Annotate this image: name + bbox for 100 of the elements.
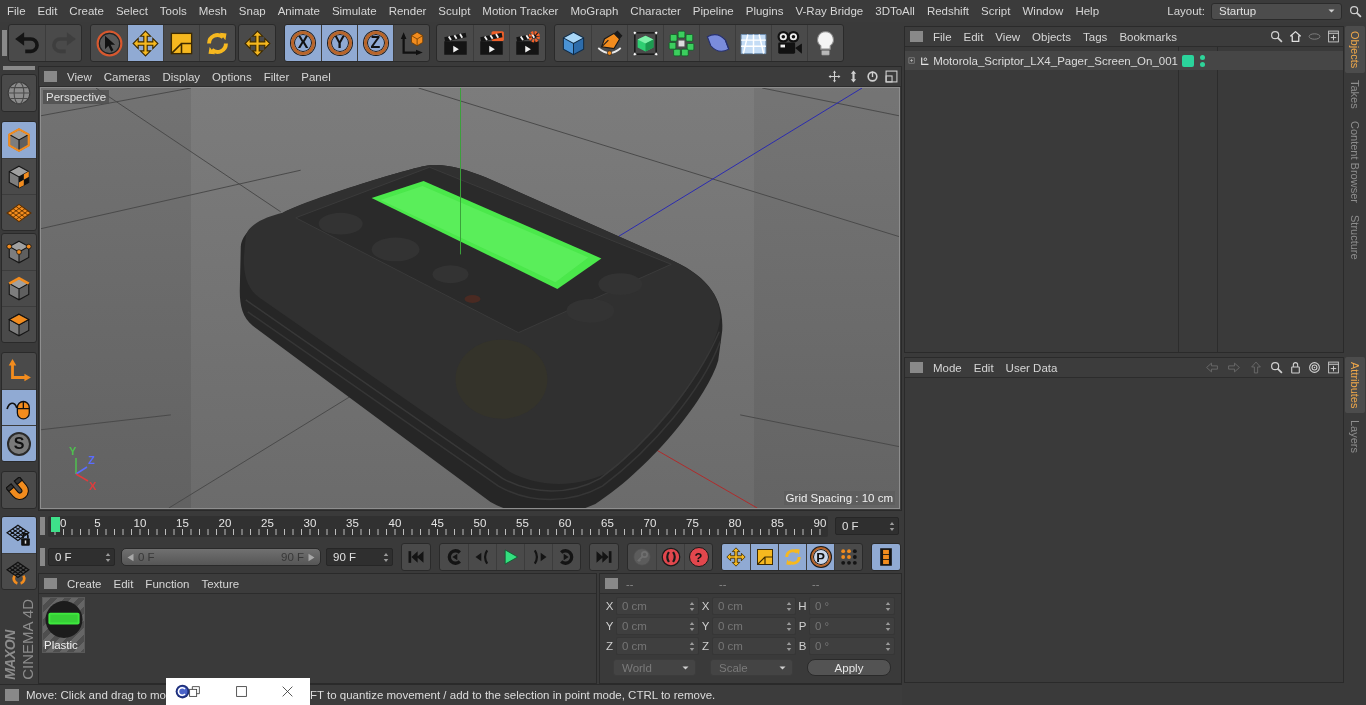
menu-item[interactable]: Texture: [195, 577, 246, 590]
menu-item[interactable]: Sculpt: [432, 5, 477, 17]
workplane-lock-button[interactable]: [2, 517, 36, 553]
grip-icon[interactable]: [3, 66, 35, 70]
layout-dropdown[interactable]: Startup: [1211, 2, 1342, 20]
model-mode-button[interactable]: [2, 122, 36, 158]
menu-item[interactable]: Simulate: [325, 5, 383, 17]
menu-item[interactable]: Filter: [257, 70, 296, 83]
menu-item[interactable]: Select: [109, 5, 154, 17]
menu-item[interactable]: Mesh: [192, 5, 233, 17]
menu-item[interactable]: Redshift: [920, 5, 976, 17]
left-arrow-icon[interactable]: [126, 552, 135, 562]
menu-item[interactable]: Function: [139, 577, 196, 590]
new-panel-icon[interactable]: [1327, 361, 1340, 374]
axis-lock-button[interactable]: X: [285, 25, 321, 61]
color-swatch-icon[interactable]: [1182, 54, 1194, 67]
menu-item[interactable]: Tags: [1077, 30, 1114, 43]
menu-item[interactable]: Bookmarks: [1113, 30, 1183, 43]
timeline-button[interactable]: [872, 544, 900, 570]
grip-icon[interactable]: [40, 548, 45, 566]
menu-item[interactable]: Plugins: [739, 5, 790, 17]
right-arrow-icon[interactable]: [307, 552, 316, 562]
visibility-dot[interactable]: [1200, 61, 1205, 67]
viewport[interactable]: Perspective Grid Spacing : 10 cm Y Z X: [40, 87, 900, 509]
menu-item[interactable]: Window: [1016, 5, 1070, 17]
menu-item[interactable]: Script: [975, 5, 1017, 17]
search-icon[interactable]: [1270, 30, 1283, 43]
menu-item[interactable]: 3DToAll: [869, 5, 921, 17]
menu-item[interactable]: Character: [624, 5, 687, 17]
grip-icon[interactable]: [2, 30, 7, 56]
home-icon[interactable]: [1289, 30, 1302, 43]
start-frame-field[interactable]: 0 F: [48, 548, 115, 566]
search-icon[interactable]: [1349, 4, 1362, 18]
side-tab[interactable]: Attributes: [1345, 357, 1365, 414]
menu-item[interactable]: Motion Tracker: [476, 5, 565, 17]
rotate-button[interactable]: [778, 544, 806, 570]
visibility-dot[interactable]: [1200, 54, 1205, 60]
timeline-ruler[interactable]: 0 5 10 15 20 25 30 35 40 45 50 55 60 65 70 75 80 85 90: [48, 515, 828, 537]
scale-button[interactable]: [750, 544, 778, 570]
playhead[interactable]: [50, 516, 60, 532]
spinner-icon[interactable]: [383, 551, 389, 563]
grip-icon[interactable]: [605, 578, 618, 589]
target-icon[interactable]: [1308, 361, 1321, 374]
grip-icon[interactable]: [5, 689, 19, 701]
spinner-icon[interactable]: [889, 520, 895, 532]
grip-icon[interactable]: [40, 517, 45, 535]
object-row[interactable]: Motorola_Scriptor_LX4_Pager_Screen_On_001: [905, 51, 1343, 70]
menu-item[interactable]: Objects: [1026, 30, 1078, 43]
menu-item[interactable]: Mode: [927, 361, 968, 374]
menu-item[interactable]: Create: [63, 5, 110, 17]
menu-item[interactable]: MoGraph: [564, 5, 625, 17]
side-tab[interactable]: Objects: [1345, 26, 1365, 74]
restore-icon[interactable]: [188, 685, 201, 698]
tweak-mode-button[interactable]: [2, 389, 36, 425]
menu-item[interactable]: V-Ray Bridge: [789, 5, 870, 17]
lock-icon[interactable]: [1289, 361, 1302, 374]
close-icon[interactable]: [281, 685, 294, 698]
side-tab[interactable]: Layers: [1345, 415, 1365, 459]
solo-button[interactable]: S: [2, 425, 36, 461]
side-tab[interactable]: Content Browser: [1345, 116, 1365, 208]
new-panel-icon[interactable]: [1327, 30, 1340, 43]
grip-icon[interactable]: [44, 578, 57, 589]
menu-item[interactable]: View: [989, 30, 1027, 43]
grip-icon[interactable]: [910, 362, 923, 373]
menu-item[interactable]: Cameras: [97, 70, 157, 83]
expand-icon[interactable]: [908, 55, 916, 66]
menu-item[interactable]: Display: [156, 70, 207, 83]
pan-arrows-icon[interactable]: [828, 70, 841, 83]
menu-item[interactable]: Snap: [232, 5, 272, 17]
menu-item[interactable]: Edit: [967, 361, 1000, 374]
end-frame-field[interactable]: 90 F: [326, 548, 393, 566]
menu-item[interactable]: Panel: [295, 70, 337, 83]
menu-item[interactable]: File: [1, 5, 32, 17]
move-button[interactable]: [722, 544, 750, 570]
menu-item[interactable]: Render: [382, 5, 433, 17]
menu-item[interactable]: Edit: [31, 5, 64, 17]
menu-item[interactable]: User Data: [999, 361, 1064, 374]
grip-icon[interactable]: [910, 31, 923, 42]
orbit-icon[interactable]: [866, 70, 879, 83]
axis-lock-button[interactable]: Y: [321, 25, 357, 61]
menu-item[interactable]: Create: [61, 577, 108, 590]
menu-item[interactable]: Tools: [153, 5, 193, 17]
menu-item[interactable]: Pipeline: [686, 5, 740, 17]
menu-item[interactable]: Edit: [107, 577, 140, 590]
current-frame-field[interactable]: 0 F: [835, 517, 899, 535]
move-button[interactable]: [127, 25, 163, 61]
grip-icon[interactable]: [44, 71, 57, 82]
menu-item[interactable]: File: [927, 30, 958, 43]
menu-item[interactable]: Options: [206, 70, 258, 83]
side-tab[interactable]: Takes: [1345, 75, 1365, 115]
spinner-icon[interactable]: [105, 551, 111, 563]
search-icon[interactable]: [1270, 361, 1283, 374]
maximize-icon[interactable]: [235, 685, 248, 698]
menu-item[interactable]: Edit: [957, 30, 990, 43]
menu-item[interactable]: View: [61, 70, 98, 83]
axis-lock-button[interactable]: Z: [357, 25, 393, 61]
parameter-key-button[interactable]: P: [806, 544, 834, 570]
menu-item[interactable]: Help: [1069, 5, 1106, 17]
side-tab[interactable]: Structure: [1345, 210, 1365, 265]
menu-item[interactable]: Animate: [271, 5, 326, 17]
